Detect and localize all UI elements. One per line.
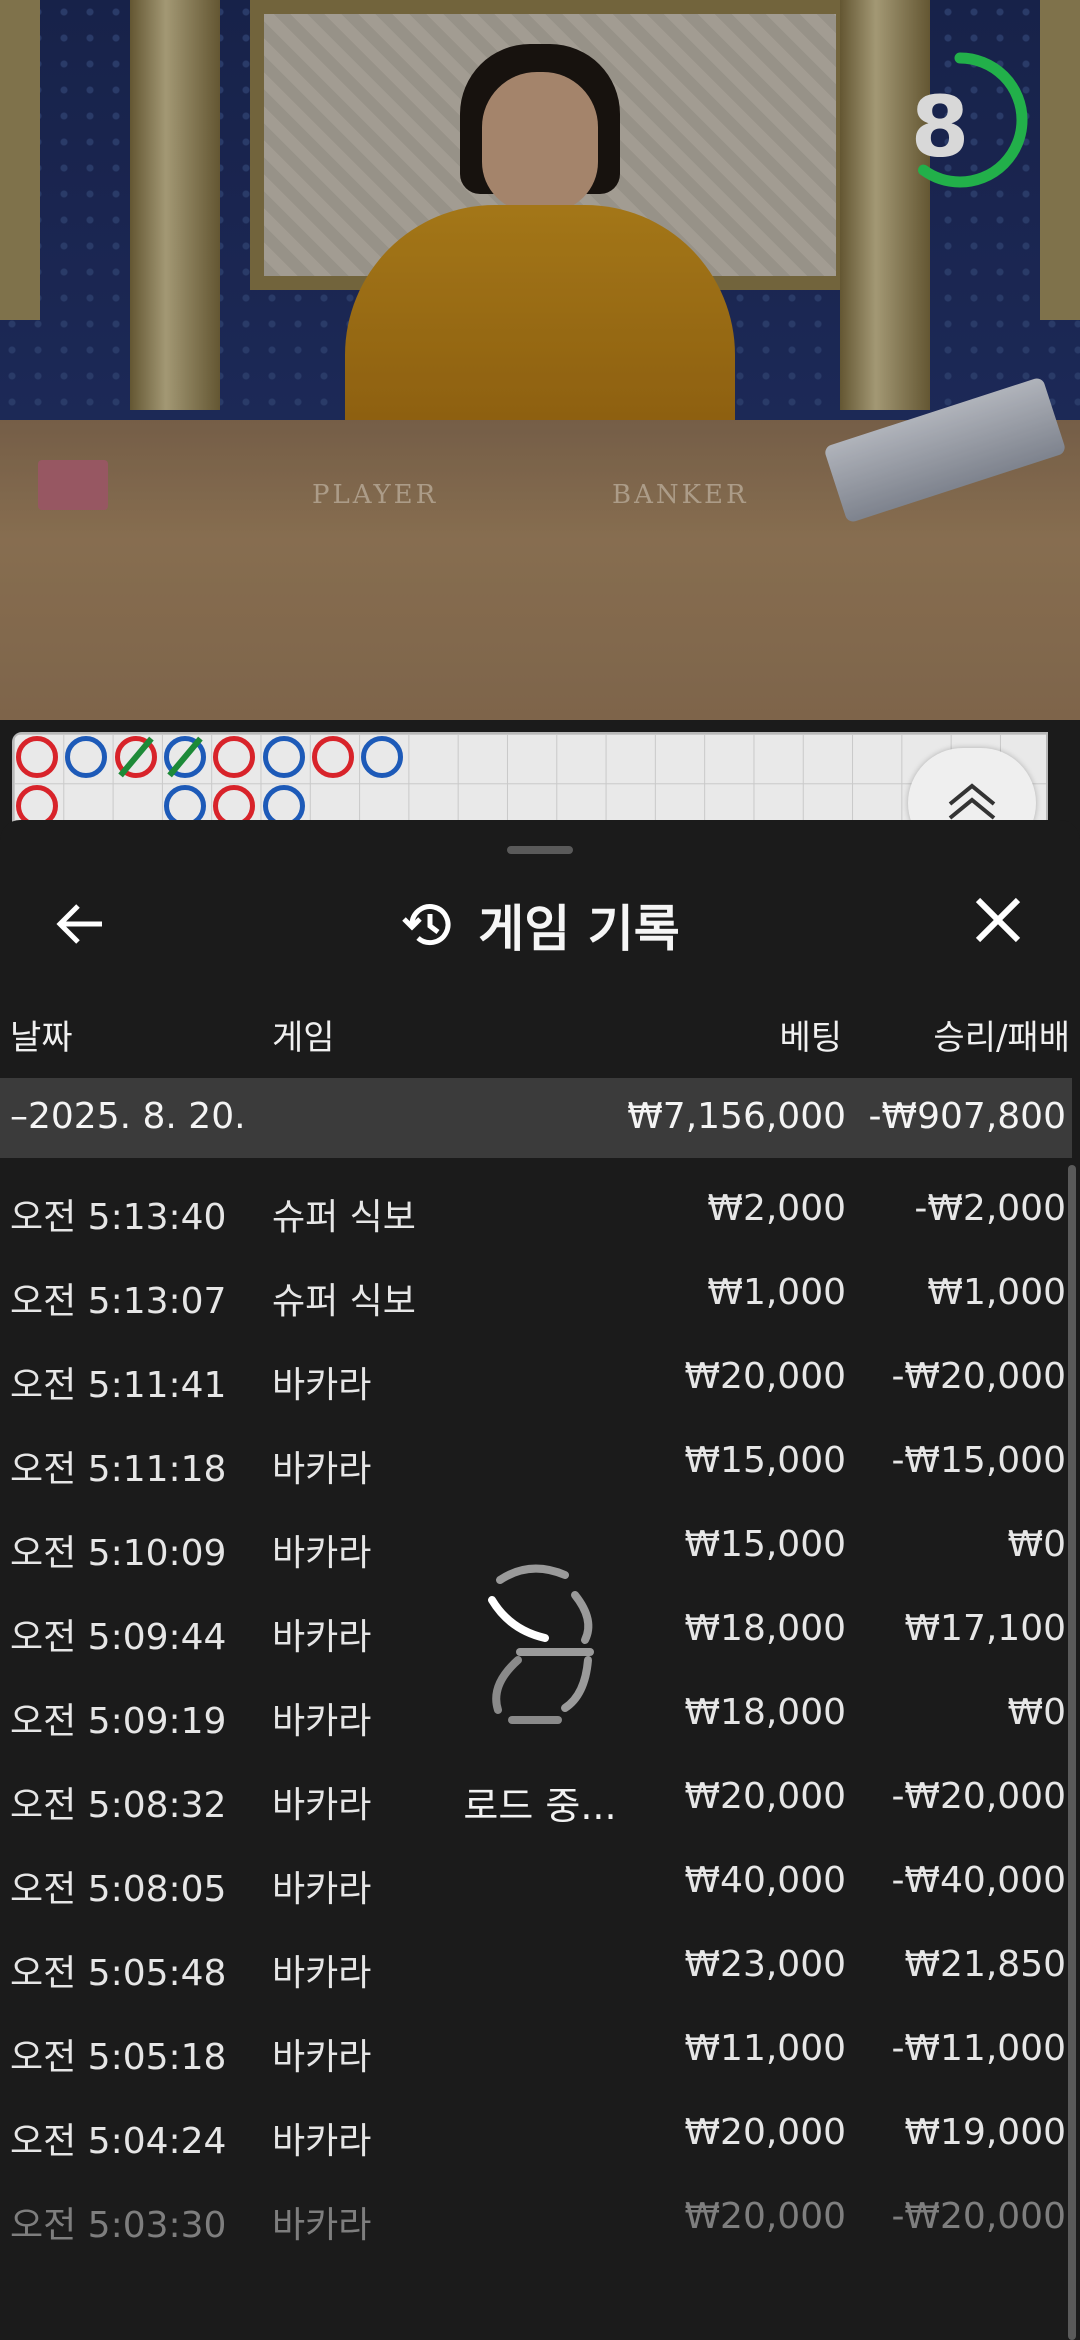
player-bead xyxy=(361,736,404,778)
row-winloss: ₩1,000 xyxy=(927,1272,1066,1313)
countdown-value: 8 xyxy=(910,78,970,176)
row-game: 슈퍼 식보 xyxy=(272,1197,416,1238)
row-winloss: -₩20,000 xyxy=(891,1356,1066,1397)
row-bet: ₩20,000 xyxy=(684,2112,846,2153)
row-game: 바카라 xyxy=(272,2205,372,2246)
row-bet: ₩1,000 xyxy=(707,1272,846,1313)
row-bet: ₩2,000 xyxy=(707,1188,846,1229)
row-winloss: -₩11,000 xyxy=(891,2028,1066,2069)
row-time: 오전 5:05:18 xyxy=(10,2037,227,2078)
column-header-bet[interactable]: 베팅 xyxy=(779,1010,842,1059)
history-row[interactable]: 오전 5:11:18 바카라 ₩15,000 -₩15,000 xyxy=(0,1420,1072,1504)
row-winloss: ₩0 xyxy=(1007,1524,1067,1565)
row-game: 슈퍼 식보 xyxy=(272,1281,416,1322)
row-time: 오전 5:04:24 xyxy=(10,2121,227,2162)
row-bet: ₩15,000 xyxy=(684,1440,846,1481)
row-bet: ₩20,000 xyxy=(684,1356,846,1397)
row-bet: ₩15,000 xyxy=(684,1524,846,1565)
banker-bead xyxy=(16,736,58,778)
history-row[interactable]: 오전 5:13:07 슈퍼 식보 ₩1,000 ₩1,000 xyxy=(0,1252,1072,1336)
date-group-date: –2025. 8. 20. xyxy=(10,1096,246,1137)
row-bet: ₩23,000 xyxy=(684,1944,846,1985)
history-icon xyxy=(402,904,451,946)
loading-spinner-icon xyxy=(488,1564,594,1724)
row-game: 바카라 xyxy=(272,1869,372,1910)
row-bet: ₩20,000 xyxy=(684,1776,846,1817)
row-time: 오전 5:11:18 xyxy=(10,1449,227,1490)
history-row[interactable]: 오전 5:04:24 바카라 ₩20,000 ₩19,000 xyxy=(0,2092,1072,2176)
column-header-date[interactable]: 날짜 xyxy=(10,1010,73,1059)
column-header-game[interactable]: 게임 xyxy=(272,1010,335,1059)
player-bead xyxy=(262,736,305,778)
row-bet: ₩20,000 xyxy=(684,2196,846,2237)
row-bet: ₩40,000 xyxy=(684,1860,846,1901)
sheet-title: 게임 기록 xyxy=(478,900,680,958)
row-winloss: -₩40,000 xyxy=(891,1860,1066,1901)
history-row[interactable]: 오전 5:05:18 바카라 ₩11,000 -₩11,000 xyxy=(0,2008,1072,2092)
row-winloss: ₩0 xyxy=(1007,1692,1067,1733)
date-group-winloss-total: -₩907,800 xyxy=(868,1096,1066,1137)
row-time: 오전 5:08:32 xyxy=(10,1785,227,1826)
history-row[interactable]: 오전 5:03:30 바카라 ₩20,000 -₩20,000 xyxy=(0,2176,1072,2260)
row-time: 오전 5:05:48 xyxy=(10,1953,227,1994)
row-winloss: ₩19,000 xyxy=(904,2112,1066,2153)
sheet-header: 게임 기록 xyxy=(0,890,1080,960)
row-game: 바카라 xyxy=(272,2121,372,2162)
row-game: 바카라 xyxy=(272,1533,372,1574)
row-game: 바카라 xyxy=(272,1953,372,1994)
close-icon xyxy=(975,897,1021,943)
row-game: 바카라 xyxy=(272,2037,372,2078)
history-row[interactable]: 오전 5:13:40 슈퍼 식보 ₩2,000 -₩2,000 xyxy=(0,1168,1072,1252)
row-time: 오전 5:13:07 xyxy=(10,1281,227,1322)
row-game: 바카라 xyxy=(272,1449,372,1490)
row-winloss: -₩20,000 xyxy=(891,2196,1066,2237)
scrollbar[interactable] xyxy=(1068,1165,1076,2340)
row-bet: ₩11,000 xyxy=(684,2028,846,2069)
loading-text: 로드 중... xyxy=(463,1784,617,1828)
close-button[interactable] xyxy=(966,888,1030,952)
date-group-bet-total: ₩7,156,000 xyxy=(627,1096,846,1137)
row-game: 바카라 xyxy=(272,1617,372,1658)
player-bead xyxy=(65,736,108,778)
row-winloss: -₩20,000 xyxy=(891,1776,1066,1817)
row-time: 오전 5:09:44 xyxy=(10,1617,227,1658)
row-time: 오전 5:10:09 xyxy=(10,1533,227,1574)
row-bet: ₩18,000 xyxy=(684,1692,846,1733)
row-bet: ₩18,000 xyxy=(684,1608,846,1649)
row-game: 바카라 xyxy=(272,1701,372,1742)
row-winloss: ₩17,100 xyxy=(904,1608,1066,1649)
row-time: 오전 5:09:19 xyxy=(10,1701,227,1742)
row-time: 오전 5:11:41 xyxy=(10,1365,227,1406)
history-row[interactable]: 오전 5:05:48 바카라 ₩23,000 ₩21,850 xyxy=(0,1924,1072,2008)
row-winloss: ₩21,850 xyxy=(904,1944,1066,1985)
row-winloss: -₩2,000 xyxy=(914,1188,1066,1229)
row-game: 바카라 xyxy=(272,1785,372,1826)
drag-handle[interactable] xyxy=(507,846,573,854)
history-row[interactable]: 오전 5:11:41 바카라 ₩20,000 -₩20,000 xyxy=(0,1336,1072,1420)
row-time: 오전 5:08:05 xyxy=(10,1869,227,1910)
banker-bead xyxy=(213,736,256,778)
row-game: 바카라 xyxy=(272,1365,372,1406)
banker-bead xyxy=(311,736,354,778)
chevron-up-icon xyxy=(948,783,996,820)
row-time: 오전 5:03:30 xyxy=(10,2205,227,2246)
history-row[interactable]: 오전 5:08:05 바카라 ₩40,000 -₩40,000 xyxy=(0,1840,1072,1924)
row-time: 오전 5:13:40 xyxy=(10,1197,227,1238)
row-winloss: -₩15,000 xyxy=(891,1440,1066,1481)
column-header-winloss[interactable]: 승리/패배 xyxy=(933,1010,1070,1059)
date-group-row[interactable]: –2025. 8. 20. ₩7,156,000 -₩907,800 xyxy=(0,1078,1072,1158)
